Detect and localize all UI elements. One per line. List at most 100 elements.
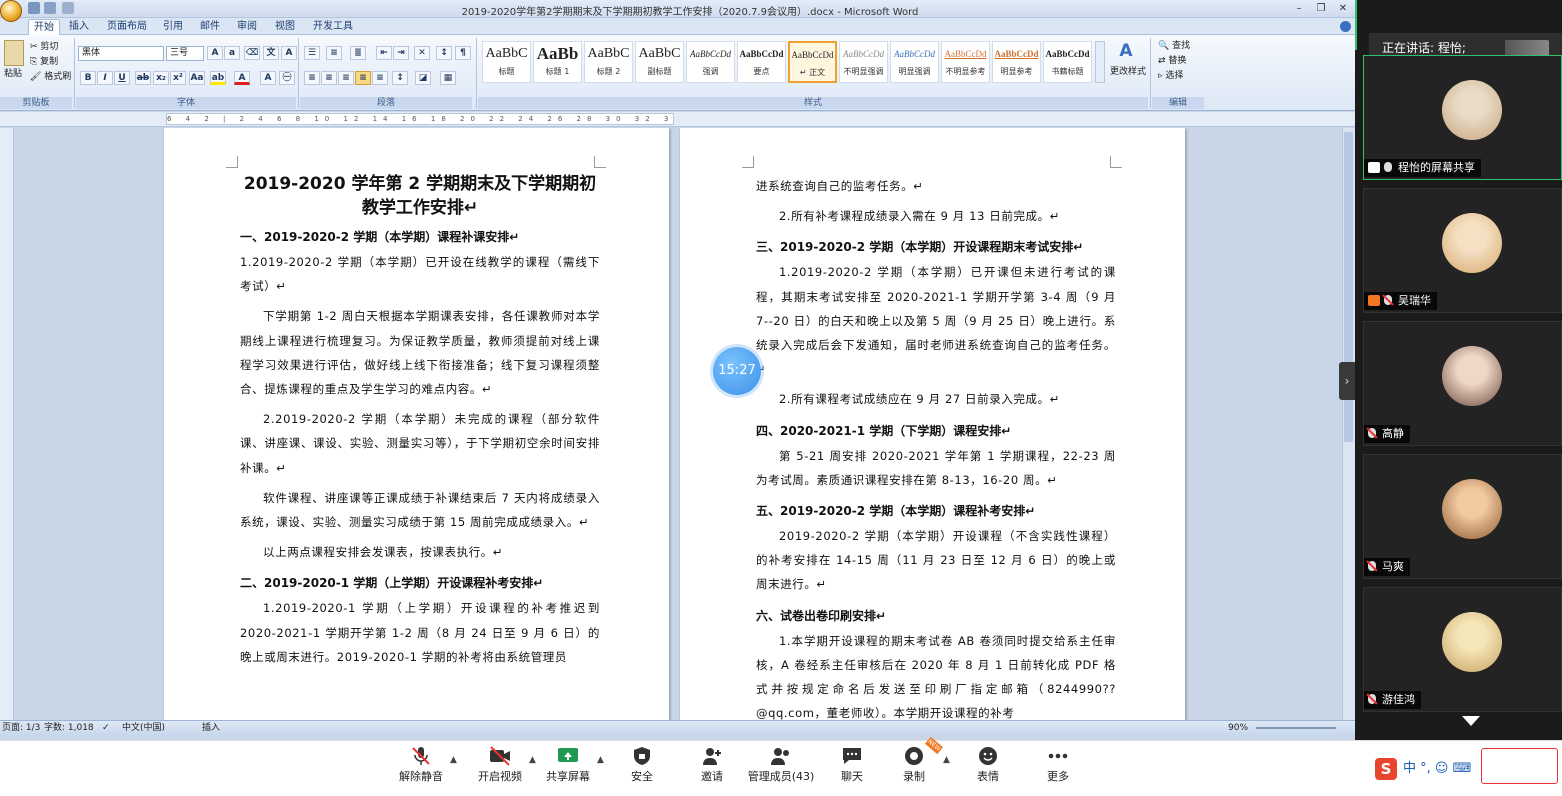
minimize-icon[interactable]: –: [1290, 2, 1308, 15]
show-marks-icon[interactable]: ¶: [455, 46, 471, 60]
chinese-layout-icon[interactable]: ✕: [414, 46, 430, 60]
style-intense-emphasis[interactable]: AaBbCcDd 明显强调: [890, 41, 939, 83]
chevron-up-icon[interactable]: ▲: [943, 755, 950, 765]
align-right-icon[interactable]: ≡: [338, 71, 354, 85]
vertical-ruler[interactable]: [0, 128, 14, 720]
participant-tile[interactable]: 马爽: [1363, 454, 1562, 579]
page-count[interactable]: 页面: 1/3: [2, 721, 40, 736]
meeting-timer-badge[interactable]: 15:27: [713, 347, 761, 395]
chevron-up-icon[interactable]: ▲: [529, 755, 536, 765]
superscript-icon[interactable]: x²: [170, 71, 186, 85]
help-icon[interactable]: [1340, 21, 1351, 32]
style-heading-1[interactable]: AaBb 标题 1: [533, 41, 582, 83]
style-subtle-reference[interactable]: AaBbCcDd 不明显参考: [941, 41, 990, 83]
insert-mode[interactable]: 插入: [202, 721, 220, 736]
record-button[interactable]: 录制: [892, 746, 936, 784]
format-painter-button[interactable]: 🖌 格式刷: [28, 70, 73, 84]
font-name-select[interactable]: 黑体: [78, 46, 164, 61]
change-case-icon[interactable]: Aa: [189, 71, 205, 85]
change-styles-button[interactable]: 更改样式: [1108, 65, 1148, 79]
char-border-icon[interactable]: A: [281, 46, 297, 60]
tab-references[interactable]: 引用: [158, 19, 188, 35]
language-indicator[interactable]: 中文(中国): [122, 721, 165, 736]
style-subtitle[interactable]: AaBbC 副标题: [635, 41, 684, 83]
styles-scroll[interactable]: [1095, 41, 1105, 83]
grow-font-icon[interactable]: A: [207, 46, 223, 60]
layout-toggle-icon[interactable]: [1505, 40, 1549, 56]
copy-button[interactable]: ⎘ 复制: [28, 55, 60, 69]
style-normal[interactable]: AaBbCcDd ↵ 正文: [788, 41, 837, 83]
zoom-slider[interactable]: [1256, 727, 1336, 729]
bullets-icon[interactable]: ☰: [304, 46, 320, 60]
tab-mailings[interactable]: 邮件: [195, 19, 225, 35]
paste-icon[interactable]: [4, 40, 24, 66]
shrink-font-icon[interactable]: a: [224, 46, 240, 60]
select-button[interactable]: ▹ 选择: [1156, 69, 1185, 83]
style-emphasis[interactable]: AaBbCcDd 强调: [686, 41, 735, 83]
subscript-icon[interactable]: x₂: [153, 71, 169, 85]
save-icon[interactable]: [28, 2, 40, 14]
reactions-button[interactable]: 表情: [966, 746, 1010, 784]
participant-tile[interactable]: 吴瑞华: [1363, 188, 1562, 313]
document-canvas[interactable]: 2019-2020 学年第 2 学期期末及下学期期初教学工作安排↵ 一、2019…: [14, 128, 1342, 720]
distributed-icon[interactable]: ≡: [372, 71, 388, 85]
enclose-char-icon[interactable]: ㊀: [279, 71, 295, 85]
scroll-down-icon[interactable]: [1462, 716, 1480, 726]
find-button[interactable]: 🔍 查找: [1156, 39, 1192, 53]
style-title[interactable]: AaBbC 标题: [482, 41, 531, 83]
tab-developer[interactable]: 开发工具: [308, 19, 358, 35]
tab-review[interactable]: 审阅: [232, 19, 262, 35]
share-screen-button[interactable]: 共享屏幕: [543, 746, 593, 784]
decrease-indent-icon[interactable]: ⇤: [376, 46, 392, 60]
maximize-icon[interactable]: ❐: [1312, 2, 1330, 15]
close-icon[interactable]: ✕: [1334, 2, 1352, 15]
start-video-button[interactable]: 开启视频: [475, 746, 525, 784]
strikethrough-icon[interactable]: ab: [135, 71, 151, 85]
ime-logo-icon[interactable]: S: [1375, 758, 1397, 780]
participant-tile[interactable]: 程怡的屏幕共享: [1363, 55, 1562, 180]
unmute-button[interactable]: 解除静音: [396, 746, 446, 784]
ime-toolbar[interactable]: 中 °, ☺ ⌨: [1403, 757, 1483, 781]
tab-layout[interactable]: 页面布局: [102, 19, 152, 35]
office-button[interactable]: [0, 0, 22, 22]
collapse-panel-button[interactable]: ›: [1339, 362, 1355, 400]
bold-icon[interactable]: B: [80, 71, 96, 85]
line-spacing-icon[interactable]: ↕: [392, 71, 408, 85]
style-subtle-emphasis[interactable]: AaBbCcDd 不明显强调: [839, 41, 888, 83]
invite-button[interactable]: 邀请: [690, 746, 734, 784]
sort-icon[interactable]: ↕: [436, 46, 452, 60]
numbering-icon[interactable]: ≡: [326, 46, 342, 60]
paste-button[interactable]: 粘贴: [2, 67, 24, 81]
horizontal-ruler[interactable]: 6 4 2 | 2 4 6 8 10 12 14 16 18 20 22 24 …: [0, 112, 1355, 127]
word-count[interactable]: 字数: 1,018: [44, 721, 94, 736]
italic-icon[interactable]: I: [97, 71, 113, 85]
clear-format-icon[interactable]: ⌫: [244, 46, 260, 60]
undo-icon[interactable]: [44, 2, 56, 14]
chevron-up-icon[interactable]: ▲: [450, 755, 457, 765]
style-strong[interactable]: AaBbCcDd 要点: [737, 41, 786, 83]
chat-button[interactable]: 聊天: [830, 746, 874, 784]
replace-button[interactable]: ⇄ 替换: [1156, 54, 1188, 68]
style-intense-reference[interactable]: AaBbCcDd 明显参考: [992, 41, 1041, 83]
more-button[interactable]: 更多: [1036, 746, 1080, 784]
tab-home[interactable]: 开始: [28, 19, 60, 35]
highlight-icon[interactable]: ab: [210, 71, 226, 85]
spell-check-icon[interactable]: ✓: [102, 721, 110, 736]
tab-insert[interactable]: 插入: [64, 19, 94, 35]
shading-icon[interactable]: ◪: [415, 71, 431, 85]
manage-participants-button[interactable]: 管理成员(43): [744, 746, 818, 784]
underline-icon[interactable]: U: [114, 71, 130, 85]
phonetic-icon[interactable]: 文: [263, 46, 279, 60]
style-heading-2[interactable]: AaBbC 标题 2: [584, 41, 633, 83]
align-left-icon[interactable]: ≡: [304, 71, 320, 85]
cut-button[interactable]: ✂ 剪切: [28, 40, 60, 54]
chevron-up-icon[interactable]: ▲: [597, 755, 604, 765]
multilevel-list-icon[interactable]: ≣: [350, 46, 366, 60]
style-book-title[interactable]: AaBbCcDd 书籍标题: [1043, 41, 1092, 83]
font-color-icon[interactable]: A: [234, 71, 250, 85]
borders-icon[interactable]: ▦: [440, 71, 456, 85]
justify-icon[interactable]: ≡: [355, 71, 371, 85]
security-button[interactable]: 安全: [620, 746, 664, 784]
zoom-level[interactable]: 90%: [1228, 721, 1248, 736]
increase-indent-icon[interactable]: ⇥: [393, 46, 409, 60]
